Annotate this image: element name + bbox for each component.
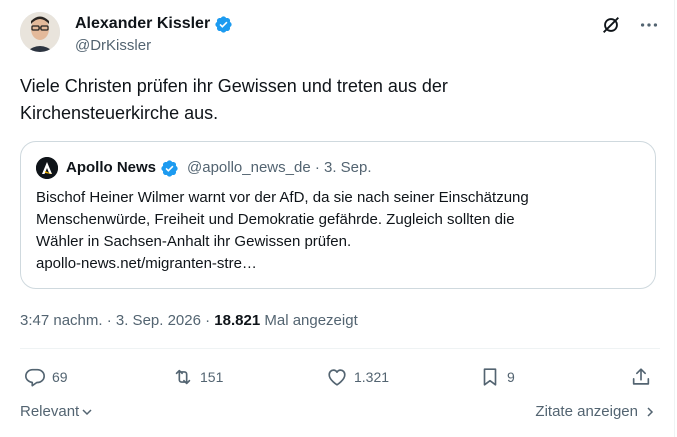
author-handle[interactable]: @DrKissler: [75, 36, 151, 56]
like-count: 1.321: [354, 369, 390, 385]
quote-link[interactable]: apollo-news.net/migranten-stre…: [36, 253, 636, 275]
tweet-text: Viele Christen prüfen ihr Gewissen und t…: [20, 73, 640, 127]
reply-count: 69: [52, 369, 68, 385]
tweet-timestamp[interactable]: 3:47 nachm. · 3. Sep. 2026 ·: [20, 312, 214, 329]
quote-text-line: Menschenwürde, Freiheit und Demokratie g…: [36, 211, 515, 228]
share-icon: [632, 368, 650, 385]
verified-badge-icon[interactable]: [214, 15, 233, 34]
bookmark-button[interactable]: 9: [479, 363, 515, 391]
verified-badge-icon[interactable]: [160, 159, 179, 178]
bookmark-count: 9: [507, 369, 515, 385]
tweet-header: Alexander Kissler @DrKissler: [20, 12, 660, 60]
quote-avatar[interactable]: [36, 157, 58, 179]
bookmark-icon: [483, 368, 497, 386]
sort-label: Relevant: [20, 403, 80, 420]
like-button[interactable]: 1.321: [326, 363, 389, 391]
action-bar: 69 151 1.321 9: [20, 363, 660, 391]
tweet-footer: Relevant Zitate anzeigen: [20, 402, 656, 422]
reply-icon: [25, 368, 45, 387]
chevron-right-icon: [647, 407, 654, 417]
quote-text-line: Wähler in Sachsen-Anhalt ihr Gewissen pr…: [36, 233, 352, 250]
author-name[interactable]: Alexander Kissler: [75, 14, 210, 34]
divider: [20, 348, 660, 349]
repost-count: 151: [200, 369, 224, 385]
reply-button[interactable]: 69: [24, 363, 68, 391]
grok-icon[interactable]: [600, 14, 622, 36]
like-icon: [328, 369, 346, 386]
column-border: [674, 0, 675, 437]
view-count-label: Mal angezeigt: [260, 312, 358, 329]
quoted-tweet[interactable]: Apollo News @apollo_news_de · 3. Sep. Bi…: [20, 141, 656, 289]
tweet-text-line: Viele Christen prüfen ihr Gewissen und t…: [20, 76, 448, 96]
share-button[interactable]: [630, 363, 652, 391]
quotes-link[interactable]: Zitate anzeigen: [535, 402, 656, 422]
repost-button[interactable]: 151: [172, 363, 223, 391]
quote-author-handle: @apollo_news_de · 3. Sep.: [187, 159, 372, 176]
quote-text: Bischof Heiner Wilmer warnt vor der AfD,…: [36, 187, 636, 275]
quote-text-line: Bischof Heiner Wilmer warnt vor der AfD,…: [36, 189, 529, 206]
view-count: 18.821: [214, 312, 261, 329]
repost-icon: [175, 369, 191, 385]
chevron-down-icon: [82, 409, 92, 416]
tweet-text-line: Kirchensteuerkirche aus.: [20, 103, 219, 123]
author-avatar[interactable]: [20, 12, 60, 52]
quotes-link-label: Zitate anzeigen: [535, 403, 638, 420]
sort-dropdown[interactable]: Relevant: [20, 402, 93, 422]
more-icon[interactable]: [638, 14, 660, 36]
tweet-meta: 3:47 nachm. · 3. Sep. 2026 · 18.821 Mal …: [20, 311, 358, 331]
quote-author-name[interactable]: Apollo News: [66, 158, 156, 178]
